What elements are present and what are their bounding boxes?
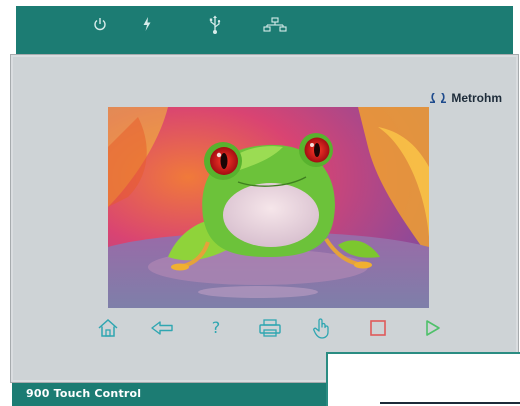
- print-icon: [258, 318, 282, 338]
- back-arrow-icon: [150, 320, 174, 336]
- stop-button[interactable]: [367, 317, 389, 339]
- power-icon: [91, 15, 109, 33]
- network-icon: [263, 15, 287, 33]
- logo-text: Metrohm: [451, 91, 502, 105]
- hand-icon: [312, 317, 332, 339]
- back-button[interactable]: [149, 317, 175, 339]
- frog-image: [108, 107, 429, 308]
- start-button[interactable]: [421, 317, 443, 339]
- touch-control-device: Metrohm ?: [10, 54, 519, 383]
- print-button[interactable]: [257, 317, 283, 339]
- overlay-divider: [380, 402, 520, 404]
- status-bar: [16, 6, 513, 55]
- omega-logo-icon: [430, 92, 447, 103]
- start-icon: [423, 319, 441, 337]
- metrohm-logo: Metrohm: [429, 91, 502, 105]
- help-icon: ?: [211, 318, 221, 337]
- device-model-label: 900 Touch Control: [26, 387, 142, 400]
- overlay-panel: [326, 352, 520, 406]
- lightning-icon: [138, 15, 156, 33]
- help-button[interactable]: ?: [205, 317, 227, 339]
- home-button[interactable]: [97, 317, 119, 339]
- status-icons: [16, 6, 513, 55]
- device-screen: Metrohm ?: [13, 57, 516, 380]
- frog-photo: [108, 107, 429, 308]
- usb-icon: [206, 15, 224, 34]
- manual-control-button[interactable]: [311, 317, 333, 339]
- stop-icon: [369, 319, 387, 337]
- home-icon: [97, 318, 119, 338]
- device-toolbar: ?: [91, 313, 451, 341]
